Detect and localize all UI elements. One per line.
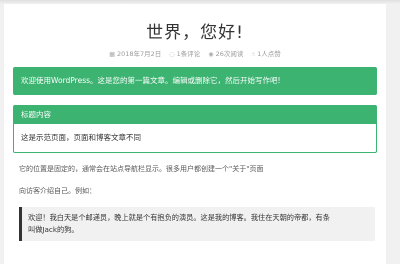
calendar-icon: ▦	[109, 51, 115, 58]
paragraph-2: 向访客介绍自己。例如：	[19, 187, 96, 195]
meta-date: ▦ 2018年7月2日	[109, 50, 162, 58]
comment-icon: ◌	[169, 51, 175, 58]
post-card: 世界，您好! ▦ 2018年7月2日 ◌ 1条评论 ◉ 26次阅读 ☝ 1人点赞 欢迎使…	[4, 4, 386, 264]
blockquote: 欢迎！我白天是个邮递员，晚上就是个有抱负的演员。这是我的博客。我住在天朝的帝都，…	[19, 207, 375, 241]
paragraph-1: 它的位置是固定的，通常会在站点导航栏显示。很多用户都创建一个"关于"页面	[19, 165, 264, 173]
panel-body: 这是示范页面，页面和博客文章不同	[21, 133, 141, 142]
post-meta: ▦ 2018年7月2日 ◌ 1条评论 ◉ 26次阅读 ☝ 1人点赞	[4, 48, 386, 58]
thumbs-up-icon: ☝	[251, 51, 256, 58]
meta-views: ◉ 26次阅读	[208, 50, 244, 58]
quote-line-2: 叫做Jack的狗。	[28, 225, 79, 234]
quote-line-1: 欢迎！我白天是个邮递员，晚上就是个有抱负的演员。这是我的博客。我住在天朝的帝都，…	[28, 213, 330, 222]
eye-icon: ◉	[208, 51, 214, 58]
meta-comments[interactable]: ◌ 1条评论	[169, 50, 202, 58]
welcome-alert: 欢迎使用WordPress。这是您的第一篇文章。编辑或删除它，然后开始写作吧!	[13, 67, 377, 95]
meta-likes[interactable]: ☝ 1人点赞	[251, 50, 280, 58]
panel-title: 标题内容	[14, 106, 376, 124]
content-panel: 标题内容 这是示范页面，页面和博客文章不同	[13, 105, 377, 153]
post-title[interactable]: 世界，您好!	[4, 18, 386, 43]
